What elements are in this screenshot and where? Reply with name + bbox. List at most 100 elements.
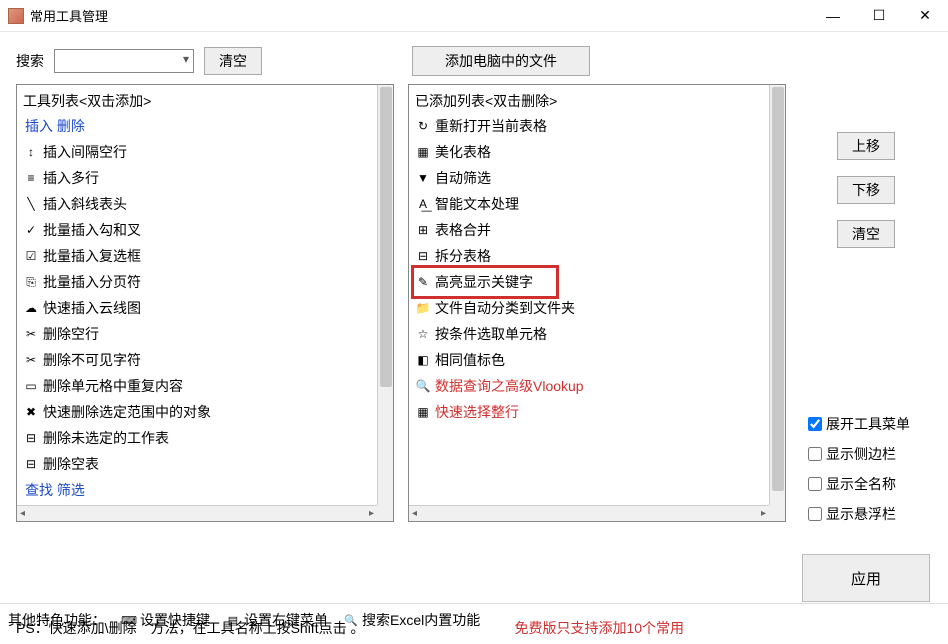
list-item[interactable]: ╲插入斜线表头 bbox=[23, 191, 371, 217]
item-icon: ✖ bbox=[23, 404, 39, 420]
list-item[interactable]: A͟智能文本处理 bbox=[415, 191, 763, 217]
maximize-button[interactable]: ☐ bbox=[856, 0, 902, 32]
item-label: 拆分表格 bbox=[435, 246, 491, 266]
list-item[interactable]: ✂删除不可见字符 bbox=[23, 347, 371, 373]
item-label: 删除空表 bbox=[43, 454, 99, 474]
item-icon: ⊟ bbox=[23, 430, 39, 446]
list-item[interactable]: ◧相同值标色 bbox=[415, 347, 763, 373]
top-row: 搜索 清空 添加电脑中的文件 bbox=[0, 32, 948, 84]
item-icon: ⊞ bbox=[415, 222, 431, 238]
list-item[interactable]: ☆按条件选取单元格 bbox=[415, 321, 763, 347]
item-icon: ▦ bbox=[415, 404, 431, 420]
window-title: 常用工具管理 bbox=[30, 6, 810, 25]
list-item[interactable]: ☁快速插入云线图 bbox=[23, 295, 371, 321]
list-item[interactable]: ▼自动筛选 bbox=[415, 165, 763, 191]
category-find-filter[interactable]: 查找 筛选 bbox=[23, 477, 371, 503]
list-item[interactable]: 🔍数据查询之高级Vlookup bbox=[415, 373, 763, 399]
item-icon: 📁 bbox=[415, 300, 431, 316]
item-icon: ⊟ bbox=[23, 456, 39, 472]
item-label: 批量插入分页符 bbox=[43, 272, 141, 292]
item-label: 快速删除选定范围中的对象 bbox=[43, 402, 211, 422]
titlebar: 常用工具管理 — ☐ ✕ bbox=[0, 0, 948, 32]
checkbox-show-fullname[interactable]: 显示全名称 bbox=[808, 474, 910, 494]
search-combobox[interactable] bbox=[54, 49, 194, 73]
right-vertical-scrollbar[interactable] bbox=[769, 85, 785, 505]
footer-link-contextmenu[interactable]: ▤设置右键菜单 bbox=[226, 610, 328, 630]
item-label: 文件自动分类到文件夹 bbox=[435, 298, 575, 318]
item-label: 按条件选取单元格 bbox=[435, 324, 547, 344]
list-item[interactable]: ↻重新打开当前表格 bbox=[415, 113, 763, 139]
item-label: 删除未选定的工作表 bbox=[43, 428, 169, 448]
item-icon: ↕ bbox=[23, 144, 39, 160]
checkbox-expand-menu[interactable]: 展开工具菜单 bbox=[808, 414, 910, 434]
right-horizontal-scrollbar[interactable] bbox=[409, 505, 769, 521]
item-icon: A͟ bbox=[415, 196, 431, 212]
item-label: 插入间隔空行 bbox=[43, 142, 127, 162]
item-icon: ☆ bbox=[415, 326, 431, 342]
item-label: 高亮显示关键字 bbox=[435, 272, 533, 292]
list-item[interactable]: ⎘批量插入分页符 bbox=[23, 269, 371, 295]
checkbox-show-floatbar[interactable]: 显示悬浮栏 bbox=[808, 504, 910, 524]
item-icon: ⎘ bbox=[23, 274, 39, 290]
item-icon: ▭ bbox=[23, 378, 39, 394]
list-item[interactable]: ▦美化表格 bbox=[415, 139, 763, 165]
left-horizontal-scrollbar[interactable] bbox=[17, 505, 377, 521]
clear-button[interactable]: 清空 bbox=[837, 220, 895, 248]
move-down-button[interactable]: 下移 bbox=[837, 176, 895, 204]
list-item[interactable]: ▭删除单元格中重复内容 bbox=[23, 373, 371, 399]
list-item[interactable]: ↕插入间隔空行 bbox=[23, 139, 371, 165]
search-icon: 🔍 bbox=[344, 613, 358, 627]
list-item[interactable]: ⊞表格合并 bbox=[415, 217, 763, 243]
checkbox-show-sidebar[interactable]: 显示侧边栏 bbox=[808, 444, 910, 464]
item-icon: ✓ bbox=[23, 222, 39, 238]
item-label: 插入斜线表头 bbox=[43, 194, 127, 214]
move-up-button[interactable]: 上移 bbox=[837, 132, 895, 160]
list-item[interactable]: ⊟拆分表格 bbox=[415, 243, 763, 269]
list-item[interactable]: ≡插入多行 bbox=[23, 165, 371, 191]
clear-search-button[interactable]: 清空 bbox=[204, 47, 262, 75]
footer: 其他特色功能： ⌨设置快捷键 ▤设置右键菜单 🔍搜索Excel内置功能 bbox=[0, 603, 948, 636]
close-button[interactable]: ✕ bbox=[902, 0, 948, 32]
item-icon: ◧ bbox=[415, 352, 431, 368]
minimize-button[interactable]: — bbox=[810, 0, 856, 32]
item-label: 智能文本处理 bbox=[435, 194, 519, 214]
item-icon: ✂ bbox=[23, 352, 39, 368]
tool-list-header: 工具列表<双击添加> bbox=[23, 89, 371, 113]
tool-list-panel: 工具列表<双击添加> 插入 删除 ↕插入间隔空行≡插入多行╲插入斜线表头✓批量插… bbox=[16, 84, 394, 522]
list-item[interactable]: 📁文件自动分类到文件夹 bbox=[415, 295, 763, 321]
item-label: 批量插入勾和叉 bbox=[43, 220, 141, 240]
item-icon: ☑ bbox=[23, 248, 39, 264]
apply-button[interactable]: 应用 bbox=[802, 554, 930, 602]
list-item[interactable]: ☑批量插入复选框 bbox=[23, 243, 371, 269]
list-item[interactable]: ✖快速删除选定范围中的对象 bbox=[23, 399, 371, 425]
app-icon bbox=[8, 8, 24, 24]
item-label: 快速选择整行 bbox=[435, 402, 519, 422]
item-icon: ≡ bbox=[23, 170, 39, 186]
item-label: 相同值标色 bbox=[435, 350, 505, 370]
list-item[interactable]: ✂删除空行 bbox=[23, 321, 371, 347]
search-label: 搜索 bbox=[16, 51, 44, 71]
item-label: 插入多行 bbox=[43, 168, 99, 188]
list-item[interactable]: ⊟删除未选定的工作表 bbox=[23, 425, 371, 451]
list-item[interactable]: ✓批量插入勾和叉 bbox=[23, 217, 371, 243]
item-icon: ╲ bbox=[23, 196, 39, 212]
item-label: 删除空行 bbox=[43, 324, 99, 344]
item-label: 删除不可见字符 bbox=[43, 350, 141, 370]
item-icon: ↻ bbox=[415, 118, 431, 134]
list-item[interactable]: ⊟删除空表 bbox=[23, 451, 371, 477]
item-label: 快速插入云线图 bbox=[43, 298, 141, 318]
footer-label: 其他特色功能： bbox=[8, 610, 106, 630]
add-file-button[interactable]: 添加电脑中的文件 bbox=[412, 46, 590, 76]
category-insert-delete[interactable]: 插入 删除 bbox=[23, 113, 371, 139]
item-label: 删除单元格中重复内容 bbox=[43, 376, 183, 396]
keyboard-icon: ⌨ bbox=[122, 613, 136, 627]
footer-link-shortcut[interactable]: ⌨设置快捷键 bbox=[122, 610, 210, 630]
added-list-header: 已添加列表<双击删除> bbox=[415, 89, 763, 113]
list-item[interactable]: ✎高亮显示关键字 bbox=[415, 269, 555, 295]
item-icon: ☁ bbox=[23, 300, 39, 316]
checkbox-group: 展开工具菜单 显示侧边栏 显示全名称 显示悬浮栏 bbox=[800, 414, 910, 524]
footer-link-search-builtin[interactable]: 🔍搜索Excel内置功能 bbox=[344, 610, 480, 630]
item-label: 数据查询之高级Vlookup bbox=[435, 376, 584, 396]
left-vertical-scrollbar[interactable] bbox=[377, 85, 393, 505]
list-item[interactable]: ▦快速选择整行 bbox=[415, 399, 763, 425]
